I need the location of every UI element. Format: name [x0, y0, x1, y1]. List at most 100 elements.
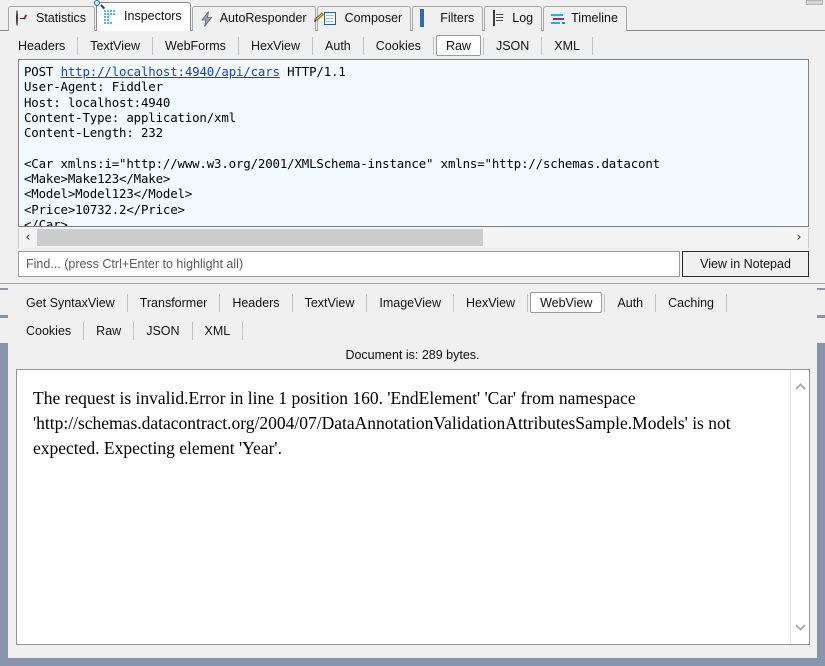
request-tab-webforms[interactable]: WebForms: [155, 35, 236, 56]
webview-panel: The request is invalid.Error in line 1 p…: [16, 369, 810, 645]
tab-divider: [242, 321, 244, 340]
scrollbar-thumb[interactable]: [37, 229, 483, 246]
tab-divider: [452, 293, 454, 312]
raw-request-panel[interactable]: POST http://localhost:4940/api/cars HTTP…: [18, 59, 809, 227]
window-corner-nub: [806, 0, 823, 5]
webview-error-message: The request is invalid.Error in line 1 p…: [33, 388, 731, 458]
request-tab-auth[interactable]: Auth: [315, 35, 361, 56]
response-tab-headers[interactable]: Headers: [222, 292, 289, 313]
response-tab-get-syntaxview[interactable]: Get SyntaxView: [16, 292, 125, 313]
response-tab-caching[interactable]: Caching: [658, 292, 724, 313]
filter-square-icon: [419, 9, 435, 27]
request-http-version: HTTP/1.1: [287, 64, 346, 79]
lightning-bolt-icon: [199, 11, 215, 27]
timeline-bars-icon: [550, 11, 566, 27]
response-tab-imageview[interactable]: ImageView: [369, 292, 451, 313]
request-body-line-2: <Model>Model123</Model>: [24, 186, 193, 202]
request-header-3: Content-Length: 232: [24, 125, 163, 141]
request-body-line-3: <Price>10732.2</Price>: [24, 201, 185, 217]
tab-log-label: Log: [512, 11, 534, 26]
response-tab-auth[interactable]: Auth: [607, 292, 653, 313]
response-tab-transformer[interactable]: Transformer: [130, 292, 218, 313]
tab-divider: [604, 293, 606, 312]
tab-divider: [482, 36, 484, 55]
scroll-right-arrow-icon[interactable]: ›: [790, 228, 808, 247]
response-tab-textview[interactable]: TextView: [295, 292, 365, 313]
tab-filters[interactable]: Filters: [412, 6, 484, 31]
tab-filters-label: Filters: [440, 11, 475, 26]
find-bar: View in Notepad: [18, 251, 809, 277]
tab-divider: [655, 293, 657, 312]
request-tab-cookies[interactable]: Cookies: [366, 35, 431, 56]
raw-request-text: POST http://localhost:4940/api/cars HTTP…: [24, 64, 805, 227]
tab-autoresponder-label: AutoResponder: [219, 11, 307, 26]
inspectors-icon: [94, 0, 119, 25]
request-tab-headers[interactable]: Headers: [8, 35, 75, 56]
webview-content: The request is invalid.Error in line 1 p…: [17, 370, 791, 644]
tab-divider: [191, 321, 193, 340]
document-size-label: Document is: 289 bytes.: [345, 348, 480, 362]
stopwatch-icon: [15, 10, 31, 27]
response-tab-raw[interactable]: Raw: [86, 320, 131, 341]
request-tab-json[interactable]: JSON: [486, 35, 539, 56]
tab-divider: [291, 293, 293, 312]
tab-statistics-label: Statistics: [36, 11, 87, 26]
tab-autoresponder[interactable]: AutoResponder: [191, 6, 316, 31]
tab-divider: [152, 36, 154, 55]
tab-divider: [237, 36, 239, 55]
tab-timeline[interactable]: Timeline: [543, 6, 627, 31]
compose-pencil-icon: [323, 11, 340, 27]
response-tab-xml[interactable]: XML: [195, 320, 241, 341]
request-body-line-4: </Car>: [24, 216, 68, 227]
response-tab-json[interactable]: JSON: [136, 320, 189, 341]
request-tab-raw[interactable]: Raw: [435, 35, 481, 56]
request-tab-hexview[interactable]: HexView: [241, 35, 310, 56]
response-inspector-tabs-row1: Get SyntaxView Transformer Headers TextV…: [0, 290, 825, 315]
tab-divider: [592, 36, 593, 55]
response-tab-cookies[interactable]: Cookies: [16, 320, 81, 341]
find-input[interactable]: [18, 251, 680, 277]
request-tab-xml[interactable]: XML: [544, 35, 590, 56]
tab-divider: [219, 293, 221, 312]
tab-inspectors[interactable]: Inspectors: [94, 0, 191, 31]
view-in-notepad-button[interactable]: View in Notepad: [682, 251, 809, 277]
tab-divider: [726, 293, 728, 312]
tab-timeline-label: Timeline: [571, 11, 618, 26]
tab-divider: [541, 36, 543, 55]
log-document-icon: [491, 10, 507, 27]
request-header-0: User-Agent: Fiddler: [24, 79, 163, 95]
tab-divider: [432, 36, 434, 55]
tab-divider: [83, 321, 85, 340]
request-method: POST: [24, 64, 54, 79]
main-tab-strip: Statistics Inspectors AutoResponder Comp…: [0, 0, 825, 31]
tab-log[interactable]: Log: [484, 6, 543, 31]
tab-divider: [133, 321, 135, 340]
request-horizontal-scrollbar[interactable]: ‹ ›: [18, 228, 809, 248]
tab-divider: [527, 293, 529, 312]
tab-statistics[interactable]: Statistics: [8, 6, 96, 31]
tab-divider: [77, 36, 79, 55]
response-tab-webview[interactable]: WebView: [530, 292, 603, 313]
request-inspector-tabs: Headers TextView WebForms HexView Auth C…: [0, 33, 825, 58]
tab-composer-label: Composer: [344, 11, 403, 26]
scroll-left-arrow-icon[interactable]: ‹: [19, 228, 37, 247]
request-tab-textview[interactable]: TextView: [80, 35, 150, 56]
response-inspector-tabs-row2: Cookies Raw JSON XML: [0, 318, 825, 343]
request-header-1: Host: localhost:4940: [24, 94, 171, 110]
tab-divider: [126, 293, 128, 312]
response-tab-hexview[interactable]: HexView: [456, 292, 525, 313]
scroll-down-arrow-icon[interactable]: [791, 618, 809, 636]
tab-inspectors-label: Inspectors: [124, 9, 182, 24]
request-url-link[interactable]: http://localhost:4940/api/cars: [61, 64, 280, 79]
scroll-up-arrow-icon[interactable]: [791, 378, 809, 396]
tab-composer[interactable]: Composer: [316, 6, 412, 31]
tab-divider: [312, 36, 314, 55]
request-body-line-1: <Make>Make123</Make>: [24, 171, 171, 187]
tab-divider: [362, 36, 364, 55]
request-header-2: Content-Type: application/xml: [24, 109, 236, 125]
webview-vertical-scrollbar[interactable]: [790, 370, 809, 644]
main-tabs-container: Statistics Inspectors AutoResponder Comp…: [8, 0, 628, 31]
request-body-line-0: <Car xmlns:i="http://www.w3.org/2001/XML…: [24, 155, 660, 171]
tab-divider: [366, 293, 368, 312]
fiddler-inspectors-window: Statistics Inspectors AutoResponder Comp…: [0, 0, 825, 666]
